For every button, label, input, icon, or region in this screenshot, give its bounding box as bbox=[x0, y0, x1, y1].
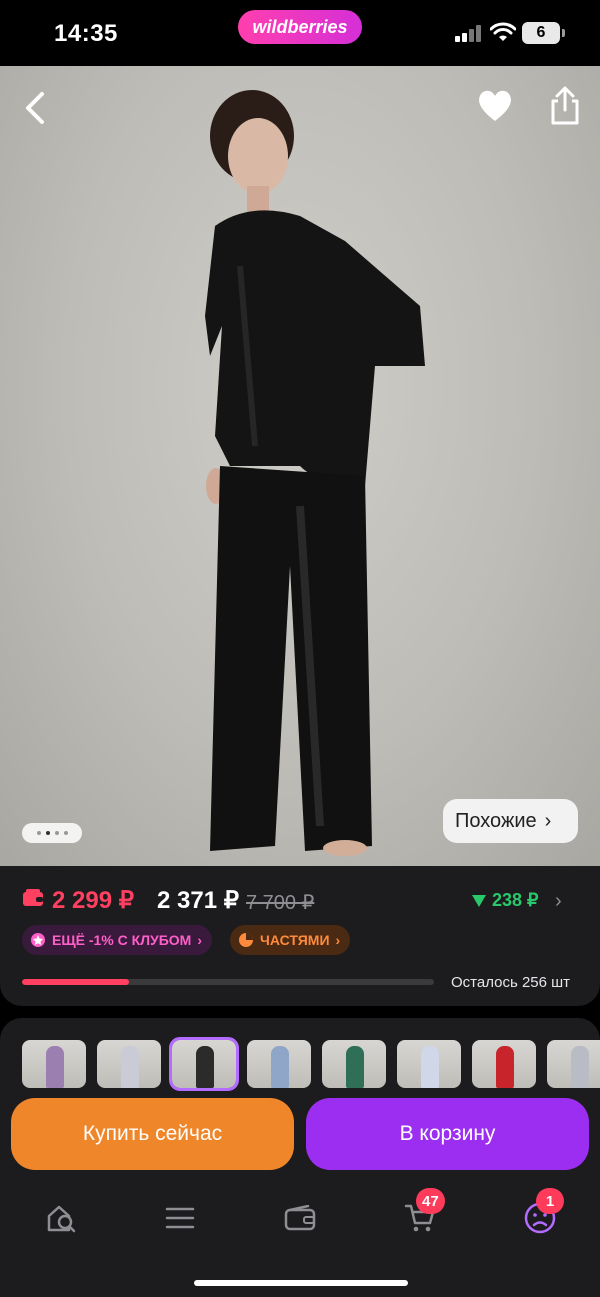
product-thumbnail[interactable] bbox=[97, 1040, 161, 1088]
chevron-right-icon: › bbox=[544, 809, 552, 832]
bottom-sheet: Купить сейчас В корзину 47 1 bbox=[0, 1018, 600, 1297]
wifi-icon bbox=[490, 22, 516, 41]
add-to-cart-button[interactable]: В корзину bbox=[306, 1098, 589, 1170]
tab-home[interactable] bbox=[42, 1198, 82, 1238]
buy-now-button[interactable]: Купить сейчас bbox=[11, 1098, 294, 1170]
product-thumbnail[interactable] bbox=[397, 1040, 461, 1088]
tab-bar: 47 1 bbox=[0, 1188, 600, 1248]
product-thumbnail[interactable] bbox=[322, 1040, 386, 1088]
installments-badge[interactable]: ЧАСТЯМИ › bbox=[230, 925, 351, 955]
thumbnail-figure bbox=[571, 1046, 589, 1088]
price-drop[interactable]: 238 ₽ bbox=[472, 890, 539, 911]
current-price: 2 371 ₽ bbox=[157, 887, 239, 914]
wallet-icon bbox=[284, 1205, 316, 1231]
old-price: 7 700 ₽ bbox=[246, 892, 315, 914]
product-thumbnail[interactable] bbox=[547, 1040, 600, 1088]
wallet-icon bbox=[23, 889, 43, 906]
tab-cart[interactable]: 47 bbox=[400, 1188, 445, 1238]
chevron-right-icon[interactable]: › bbox=[555, 890, 562, 913]
product-thumbnail[interactable] bbox=[472, 1040, 536, 1088]
product-image bbox=[205, 90, 425, 856]
thumbnail-figure bbox=[496, 1046, 514, 1088]
pie-chart-icon bbox=[239, 933, 253, 947]
product-thumbnail[interactable] bbox=[22, 1040, 86, 1088]
brand-logo: wildberries bbox=[238, 10, 362, 44]
profile-notification-badge: 1 bbox=[536, 1188, 564, 1214]
stock-progress-fill bbox=[22, 979, 130, 985]
price-card: 2 299 ₽ 2 371 ₽ 7 700 ₽ 238 ₽ › ЕЩЁ -1% … bbox=[0, 866, 600, 1006]
triangle-down-icon bbox=[472, 894, 486, 907]
gallery-dot bbox=[63, 831, 68, 835]
home-indicator[interactable] bbox=[194, 1280, 408, 1286]
gallery-page-indicator bbox=[22, 823, 82, 843]
tab-wallet[interactable] bbox=[280, 1198, 320, 1238]
club-icon bbox=[31, 933, 45, 947]
gallery-dot bbox=[54, 831, 59, 835]
product-thumbnail[interactable] bbox=[169, 1037, 239, 1091]
product-photo[interactable]: Похожие › bbox=[0, 66, 600, 866]
thumbnail-figure bbox=[271, 1046, 289, 1088]
stock-progress-bar bbox=[22, 979, 434, 985]
cellular-signal-icon bbox=[455, 24, 483, 42]
thumbnail-figure bbox=[46, 1046, 64, 1088]
similar-label: Похожие bbox=[455, 809, 537, 832]
heart-icon[interactable] bbox=[476, 88, 514, 124]
club-badge-label: ЕЩЁ -1% С КЛУБОМ bbox=[52, 932, 192, 948]
back-icon[interactable] bbox=[20, 90, 52, 126]
installments-label: ЧАСТЯМИ bbox=[260, 932, 330, 948]
cart-count-badge: 47 bbox=[416, 1188, 445, 1214]
tab-catalog[interactable] bbox=[160, 1198, 200, 1238]
share-icon[interactable] bbox=[548, 86, 582, 126]
status-bar: 14:35 wildberries 6 bbox=[0, 0, 600, 66]
battery-indicator: 6 bbox=[522, 22, 565, 44]
gallery-dot bbox=[36, 831, 41, 835]
gallery-dot-active bbox=[45, 831, 50, 835]
status-time: 14:35 bbox=[54, 20, 118, 47]
thumbnail-figure bbox=[421, 1046, 439, 1088]
home-search-icon bbox=[47, 1205, 76, 1233]
thumbnail-strip bbox=[22, 1037, 600, 1091]
chevron-right-icon: › bbox=[197, 932, 203, 948]
catalog-icon bbox=[165, 1207, 195, 1229]
thumbnail-figure bbox=[121, 1046, 139, 1088]
wallet-price: 2 299 ₽ bbox=[52, 887, 134, 914]
tab-profile[interactable]: 1 bbox=[520, 1188, 564, 1238]
similar-button[interactable]: Похожие › bbox=[443, 799, 578, 843]
price-drop-value: 238 ₽ bbox=[492, 890, 539, 910]
thumbnail-figure bbox=[196, 1046, 214, 1088]
chevron-right-icon: › bbox=[335, 932, 341, 948]
stock-remaining: Осталось 256 шт bbox=[451, 974, 571, 991]
thumbnail-figure bbox=[346, 1046, 364, 1088]
product-thumbnail[interactable] bbox=[247, 1040, 311, 1088]
club-discount-badge[interactable]: ЕЩЁ -1% С КЛУБОМ › bbox=[22, 925, 213, 955]
